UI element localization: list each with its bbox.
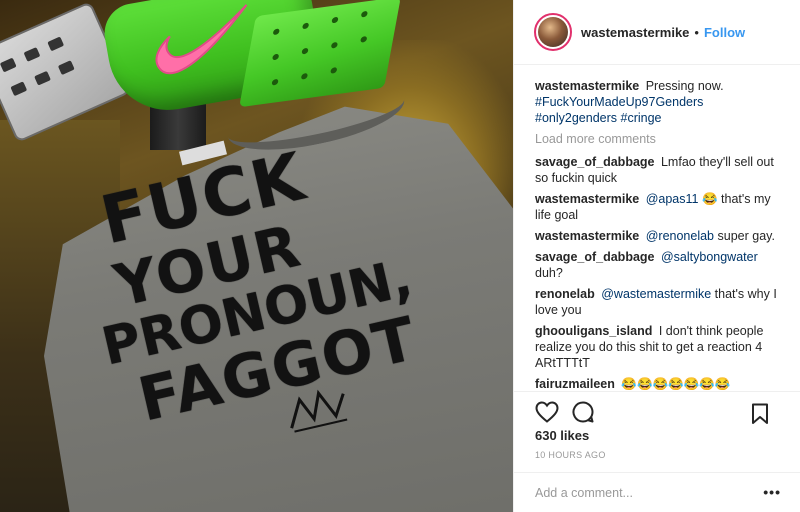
comment-text: duh?: [535, 266, 563, 280]
comment-username[interactable]: ghoouligans_island: [535, 324, 652, 338]
post-photo[interactable]: FUCK YOUR PRONOUN, FAGGOT: [0, 0, 513, 512]
more-options-icon[interactable]: •••: [763, 484, 781, 500]
comment-item: ghoouligans_island I don't think people …: [535, 323, 780, 371]
follow-button[interactable]: Follow: [704, 25, 745, 40]
header-username[interactable]: wastemastermike: [581, 25, 689, 40]
comment-text: 😂😂😂😂😂😂😂: [621, 377, 731, 391]
caption-hashtag[interactable]: #cringe: [621, 111, 662, 125]
comment-item: savage_of_dabbage Lmfao they'll sell out…: [535, 154, 780, 186]
save-button[interactable]: [747, 401, 773, 427]
comment-mention[interactable]: @renonelab: [646, 229, 714, 243]
comment-button[interactable]: [570, 399, 596, 425]
avatar[interactable]: [534, 13, 572, 51]
comment-username[interactable]: fairuzmaileen: [535, 377, 615, 391]
likes-count[interactable]: 630 likes: [535, 428, 589, 443]
like-button[interactable]: [534, 399, 560, 425]
comment-icon: [572, 401, 594, 422]
comment-mention[interactable]: @saltybongwater: [661, 250, 758, 264]
bookmark-icon: [752, 403, 768, 424]
action-bar: [514, 391, 800, 431]
add-comment-bar: •••: [514, 472, 800, 512]
comment-username[interactable]: wastemastermike: [535, 192, 639, 206]
comment-mention[interactable]: @wastemastermike: [601, 287, 711, 301]
comment-username[interactable]: renonelab: [535, 287, 595, 301]
caption-username[interactable]: wastemastermike: [535, 79, 639, 93]
post-details-panel: wastemastermike • Follow wastemastermike…: [513, 0, 800, 512]
header-separator: •: [694, 24, 699, 40]
caption-hashtag[interactable]: #only2genders: [535, 111, 617, 125]
comment-item: wastemastermike @renonelab super gay.: [535, 228, 780, 244]
load-more-comments[interactable]: Load more comments: [535, 132, 780, 146]
comment-username[interactable]: wastemastermike: [535, 229, 639, 243]
comment-item: savage_of_dabbage @saltybongwater duh?: [535, 249, 780, 281]
heart-icon: [535, 400, 559, 423]
comment-item: renonelab @wastemastermike that's why I …: [535, 286, 780, 318]
add-comment-input[interactable]: [535, 485, 755, 500]
comment-text: super gay.: [717, 229, 775, 243]
comments-list[interactable]: wastemastermike Pressing now. #FuckYourM…: [514, 65, 800, 391]
caption-hashtag[interactable]: #FuckYourMadeUp97Genders: [535, 95, 703, 109]
caption-text: Pressing now.: [645, 79, 724, 93]
comment-username[interactable]: savage_of_dabbage: [535, 250, 655, 264]
post-header: wastemastermike • Follow: [514, 0, 800, 65]
caption: wastemastermike Pressing now. #FuckYourM…: [535, 78, 780, 126]
comment-mention[interactable]: @apas11: [646, 192, 699, 206]
comment-item: wastemastermike @apas11 😂 that's my life…: [535, 191, 780, 223]
comment-item: fairuzmaileen 😂😂😂😂😂😂😂: [535, 376, 780, 391]
comment-username[interactable]: savage_of_dabbage: [535, 155, 655, 169]
post-timestamp: 10 HOURS AGO: [535, 450, 606, 460]
